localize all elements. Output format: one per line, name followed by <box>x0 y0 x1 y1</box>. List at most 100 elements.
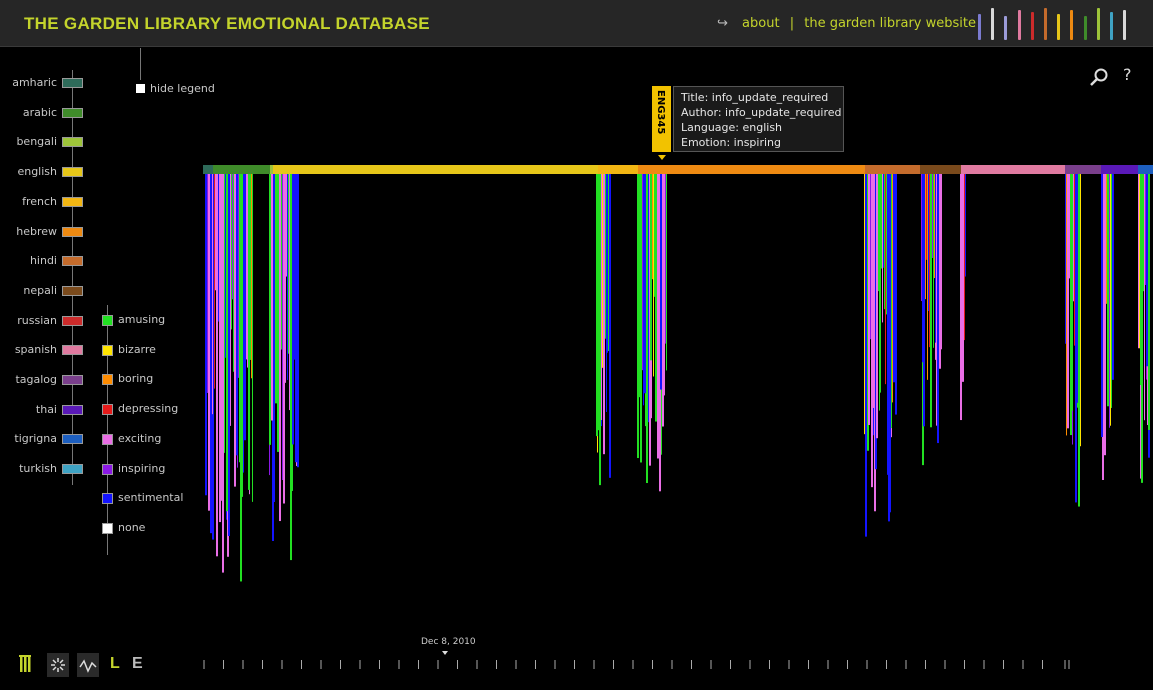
book-bar[interactable] <box>642 174 643 371</box>
book-bar[interactable] <box>1066 174 1067 436</box>
language-legend-item[interactable]: arabic <box>0 106 85 120</box>
book-bar[interactable] <box>657 174 659 459</box>
book-bar[interactable] <box>923 174 925 427</box>
book-bar[interactable] <box>1109 174 1110 428</box>
book-bar[interactable] <box>1101 174 1103 438</box>
book-bar[interactable] <box>215 174 216 291</box>
book-bar[interactable] <box>964 174 965 341</box>
book-bar[interactable] <box>606 174 607 413</box>
language-band[interactable] <box>961 165 1065 174</box>
language-swatch[interactable] <box>62 167 83 178</box>
book-bar[interactable] <box>222 174 224 573</box>
language-swatch[interactable] <box>62 285 83 296</box>
book-bar[interactable] <box>295 174 297 463</box>
book-bar[interactable] <box>926 174 927 260</box>
language-legend-item[interactable]: nepali <box>0 284 85 298</box>
book-bar[interactable] <box>1143 174 1144 292</box>
book-bar[interactable] <box>292 174 294 445</box>
emotion-legend-item[interactable]: boring <box>102 372 192 386</box>
book-bar[interactable] <box>243 174 244 473</box>
book-bar[interactable] <box>244 174 246 441</box>
emotion-legend-item[interactable]: inspiring <box>102 462 192 476</box>
emotion-visualization[interactable] <box>203 165 1153 595</box>
language-legend-item[interactable]: amharic <box>0 76 85 90</box>
line-graph-icon[interactable] <box>77 653 99 677</box>
language-legend-item[interactable]: bengali <box>0 135 85 149</box>
book-bar[interactable] <box>269 174 271 445</box>
language-band[interactable] <box>920 165 961 174</box>
language-legend-item[interactable]: turkish <box>0 462 85 476</box>
emotion-legend-item[interactable]: none <box>102 521 192 535</box>
book-bar[interactable] <box>218 174 219 322</box>
language-band[interactable] <box>203 165 213 174</box>
book-bar[interactable] <box>1138 174 1139 349</box>
book-bar[interactable] <box>653 174 654 377</box>
book-bar[interactable] <box>654 174 655 297</box>
book-bar[interactable] <box>1112 174 1114 380</box>
book-bar[interactable] <box>665 174 666 344</box>
book-bar[interactable] <box>238 174 239 378</box>
timeline-ticks[interactable] <box>203 658 1073 670</box>
hide-legend-toggle[interactable]: hide legend <box>136 82 215 95</box>
book-bar[interactable] <box>231 174 232 330</box>
book-bar[interactable] <box>1107 174 1109 407</box>
book-bar[interactable] <box>655 174 657 422</box>
language-legend-item[interactable]: english <box>0 165 85 179</box>
book-bar[interactable] <box>251 174 252 379</box>
book-bar[interactable] <box>662 174 664 427</box>
book-bar[interactable] <box>865 174 867 537</box>
emotion-legend-item[interactable]: exciting <box>102 432 192 446</box>
book-bar[interactable] <box>1067 174 1069 429</box>
book-bar[interactable] <box>1065 174 1066 344</box>
book-bar[interactable] <box>884 174 885 310</box>
book-bar[interactable] <box>652 174 653 280</box>
emotion-legend-item[interactable]: bizarre <box>102 343 192 357</box>
book-bar[interactable] <box>283 174 285 504</box>
book-bar[interactable] <box>250 174 251 360</box>
language-legend-item[interactable]: tagalog <box>0 373 85 387</box>
emotion-swatch[interactable] <box>102 463 113 475</box>
book-bar[interactable] <box>233 174 234 372</box>
search-icon[interactable] <box>1089 67 1109 87</box>
book-bar[interactable] <box>234 174 236 487</box>
book-bar[interactable] <box>962 174 964 382</box>
language-band[interactable] <box>1138 165 1153 174</box>
hide-legend-checkbox[interactable] <box>136 84 145 93</box>
book-bar[interactable] <box>886 174 887 315</box>
book-bar[interactable] <box>927 174 928 380</box>
book-bar[interactable] <box>879 174 880 411</box>
language-legend-item[interactable]: thai <box>0 403 85 417</box>
language-band[interactable] <box>213 165 270 174</box>
book-bar[interactable] <box>603 174 605 455</box>
book-bar[interactable] <box>1076 174 1078 403</box>
language-swatch[interactable] <box>62 375 83 385</box>
book-bar[interactable] <box>895 174 897 415</box>
emotion-swatch[interactable] <box>102 522 113 534</box>
language-band[interactable] <box>270 165 273 174</box>
book-bar[interactable] <box>214 174 215 389</box>
emotion-swatch[interactable] <box>102 374 113 386</box>
language-swatch[interactable] <box>62 196 83 207</box>
book-bar[interactable] <box>885 174 886 385</box>
emotion-legend-item[interactable]: sentimental <box>102 491 192 505</box>
language-band[interactable] <box>865 165 920 174</box>
book-bar[interactable] <box>637 174 639 459</box>
emotion-swatch[interactable] <box>102 344 113 356</box>
book-bar[interactable] <box>216 174 218 557</box>
language-legend-item[interactable]: hindi <box>0 254 85 268</box>
book-bar[interactable] <box>925 174 926 300</box>
book-bar[interactable] <box>277 174 279 452</box>
language-toggle-l[interactable]: L <box>110 655 120 673</box>
book-bar[interactable] <box>880 174 881 393</box>
book-bar[interactable] <box>1144 174 1145 421</box>
book-bar[interactable] <box>1141 174 1143 483</box>
book-bar[interactable] <box>929 174 930 348</box>
emotion-swatch[interactable] <box>102 315 113 326</box>
book-bar[interactable] <box>664 174 665 396</box>
book-bar[interactable] <box>221 174 222 501</box>
book-bar[interactable] <box>273 174 275 503</box>
book-bar[interactable] <box>872 174 874 408</box>
timeline-marker[interactable] <box>442 651 448 655</box>
book-bar[interactable] <box>605 174 606 339</box>
book-bar[interactable] <box>666 174 667 371</box>
